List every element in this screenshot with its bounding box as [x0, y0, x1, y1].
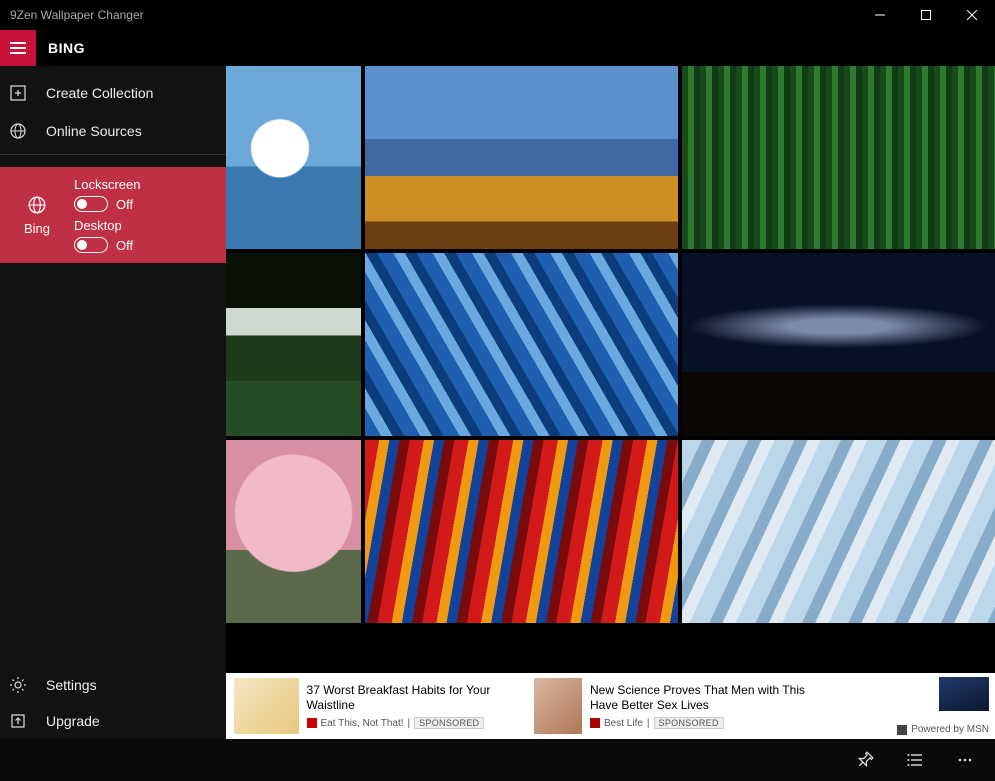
ad-item[interactable]: New Science Proves That Men with This Ha… — [526, 673, 826, 739]
nav-label: Create Collection — [46, 85, 153, 101]
sidebar-nav: Create Collection Online Sources — [0, 66, 226, 150]
ad-meta: Eat This, Not That! | SPONSORED — [307, 717, 518, 729]
ad-body: New Science Proves That Men with This Ha… — [590, 683, 817, 729]
wallpaper-thumb[interactable] — [226, 66, 361, 249]
source-toggles: Lockscreen Off Desktop Off — [74, 167, 226, 263]
wallpaper-thumb[interactable] — [226, 440, 361, 623]
create-collection-icon — [8, 83, 28, 103]
ad-brand: Eat This, Not That! — [321, 718, 404, 729]
more-icon — [956, 751, 974, 769]
nav-label: Upgrade — [46, 713, 100, 729]
source-left: Bing — [0, 167, 74, 263]
globe-icon — [8, 121, 28, 141]
nav-label: Settings — [46, 677, 97, 693]
minimize-icon — [875, 10, 885, 20]
source-panel-bing[interactable]: Bing Lockscreen Off Desktop Off — [0, 167, 226, 263]
ad-next-thumb[interactable] — [939, 677, 989, 711]
ad-powered-by: Powered by MSN — [897, 724, 989, 735]
hamburger-icon — [10, 47, 26, 49]
sidebar: Create Collection Online Sources Bing — [0, 66, 226, 739]
close-button[interactable] — [949, 0, 995, 30]
pin-icon — [856, 751, 874, 769]
sidebar-spacer — [0, 263, 226, 667]
ad-thumb — [534, 678, 583, 734]
sidebar-bottom: Settings Upgrade — [0, 667, 226, 739]
ad-sponsored-tag: SPONSORED — [414, 717, 484, 729]
thumb-image — [682, 66, 995, 249]
wallpaper-thumb[interactable] — [365, 66, 678, 249]
msn-icon — [897, 725, 907, 735]
ad-body: 37 Worst Breakfast Habits for Your Waist… — [307, 683, 518, 729]
titlebar: 9Zen Wallpaper Changer — [0, 0, 995, 30]
ad-item[interactable]: 37 Worst Breakfast Habits for Your Waist… — [226, 673, 526, 739]
thumb-image — [682, 440, 995, 623]
maximize-icon — [921, 10, 931, 20]
wallpaper-thumb[interactable] — [682, 253, 995, 436]
ad-meta: Best Life | SPONSORED — [590, 717, 817, 729]
minimize-button[interactable] — [857, 0, 903, 30]
thumb-image — [365, 440, 678, 623]
lockscreen-toggle[interactable] — [74, 196, 108, 212]
maximize-button[interactable] — [903, 0, 949, 30]
app-window: 9Zen Wallpaper Changer BING — [0, 0, 995, 781]
list-icon — [906, 751, 924, 769]
globe-icon — [27, 195, 47, 215]
wallpaper-thumb[interactable] — [682, 66, 995, 249]
thumb-image — [365, 253, 678, 436]
nav-upgrade[interactable]: Upgrade — [0, 703, 226, 739]
thumb-image — [226, 253, 361, 436]
pin-button[interactable] — [853, 748, 877, 772]
nav-create-collection[interactable]: Create Collection — [0, 74, 226, 112]
ad-brand: Best Life — [604, 718, 643, 729]
lockscreen-label: Lockscreen — [74, 177, 226, 192]
wallpaper-grid — [226, 66, 995, 673]
desktop-label: Desktop — [74, 218, 226, 233]
thumb-image — [682, 253, 995, 436]
ad-brand-icon — [590, 718, 600, 728]
thumb-image — [226, 66, 361, 249]
lockscreen-state: Off — [116, 197, 133, 212]
bottom-bar — [0, 739, 995, 781]
window-controls — [857, 0, 995, 30]
nav-online-sources[interactable]: Online Sources — [0, 112, 226, 150]
nav-label: Online Sources — [46, 123, 142, 139]
wallpaper-thumb[interactable] — [682, 440, 995, 623]
content: 37 Worst Breakfast Habits for Your Waist… — [226, 66, 995, 739]
close-icon — [967, 10, 977, 20]
list-view-button[interactable] — [903, 748, 927, 772]
nav-settings[interactable]: Settings — [0, 667, 226, 703]
wallpaper-thumb[interactable] — [365, 440, 678, 623]
ad-powered-text: Powered by MSN — [911, 724, 989, 735]
ad-brand-icon — [307, 718, 317, 728]
source-name: Bing — [24, 221, 50, 236]
wallpaper-thumb[interactable] — [226, 253, 361, 436]
window-title: 9Zen Wallpaper Changer — [10, 8, 857, 22]
hamburger-button[interactable] — [0, 30, 36, 66]
thumb-image — [226, 440, 361, 623]
ad-right-panel: Powered by MSN — [825, 673, 995, 739]
page-title: BING — [36, 30, 85, 66]
ad-strip: 37 Worst Breakfast Habits for Your Waist… — [226, 673, 995, 739]
more-button[interactable] — [953, 748, 977, 772]
ad-headline: 37 Worst Breakfast Habits for Your Waist… — [307, 683, 518, 713]
wallpaper-thumb[interactable] — [365, 253, 678, 436]
sidebar-divider — [0, 154, 226, 155]
header: BING — [0, 30, 995, 66]
body: Create Collection Online Sources Bing — [0, 66, 995, 739]
desktop-toggle[interactable] — [74, 237, 108, 253]
desktop-state: Off — [116, 238, 133, 253]
upgrade-icon — [8, 711, 28, 731]
ad-sponsored-tag: SPONSORED — [654, 717, 724, 729]
ad-thumb — [234, 678, 299, 734]
gear-icon — [8, 675, 28, 695]
ad-headline: New Science Proves That Men with This Ha… — [590, 683, 817, 713]
thumb-image — [365, 66, 678, 249]
